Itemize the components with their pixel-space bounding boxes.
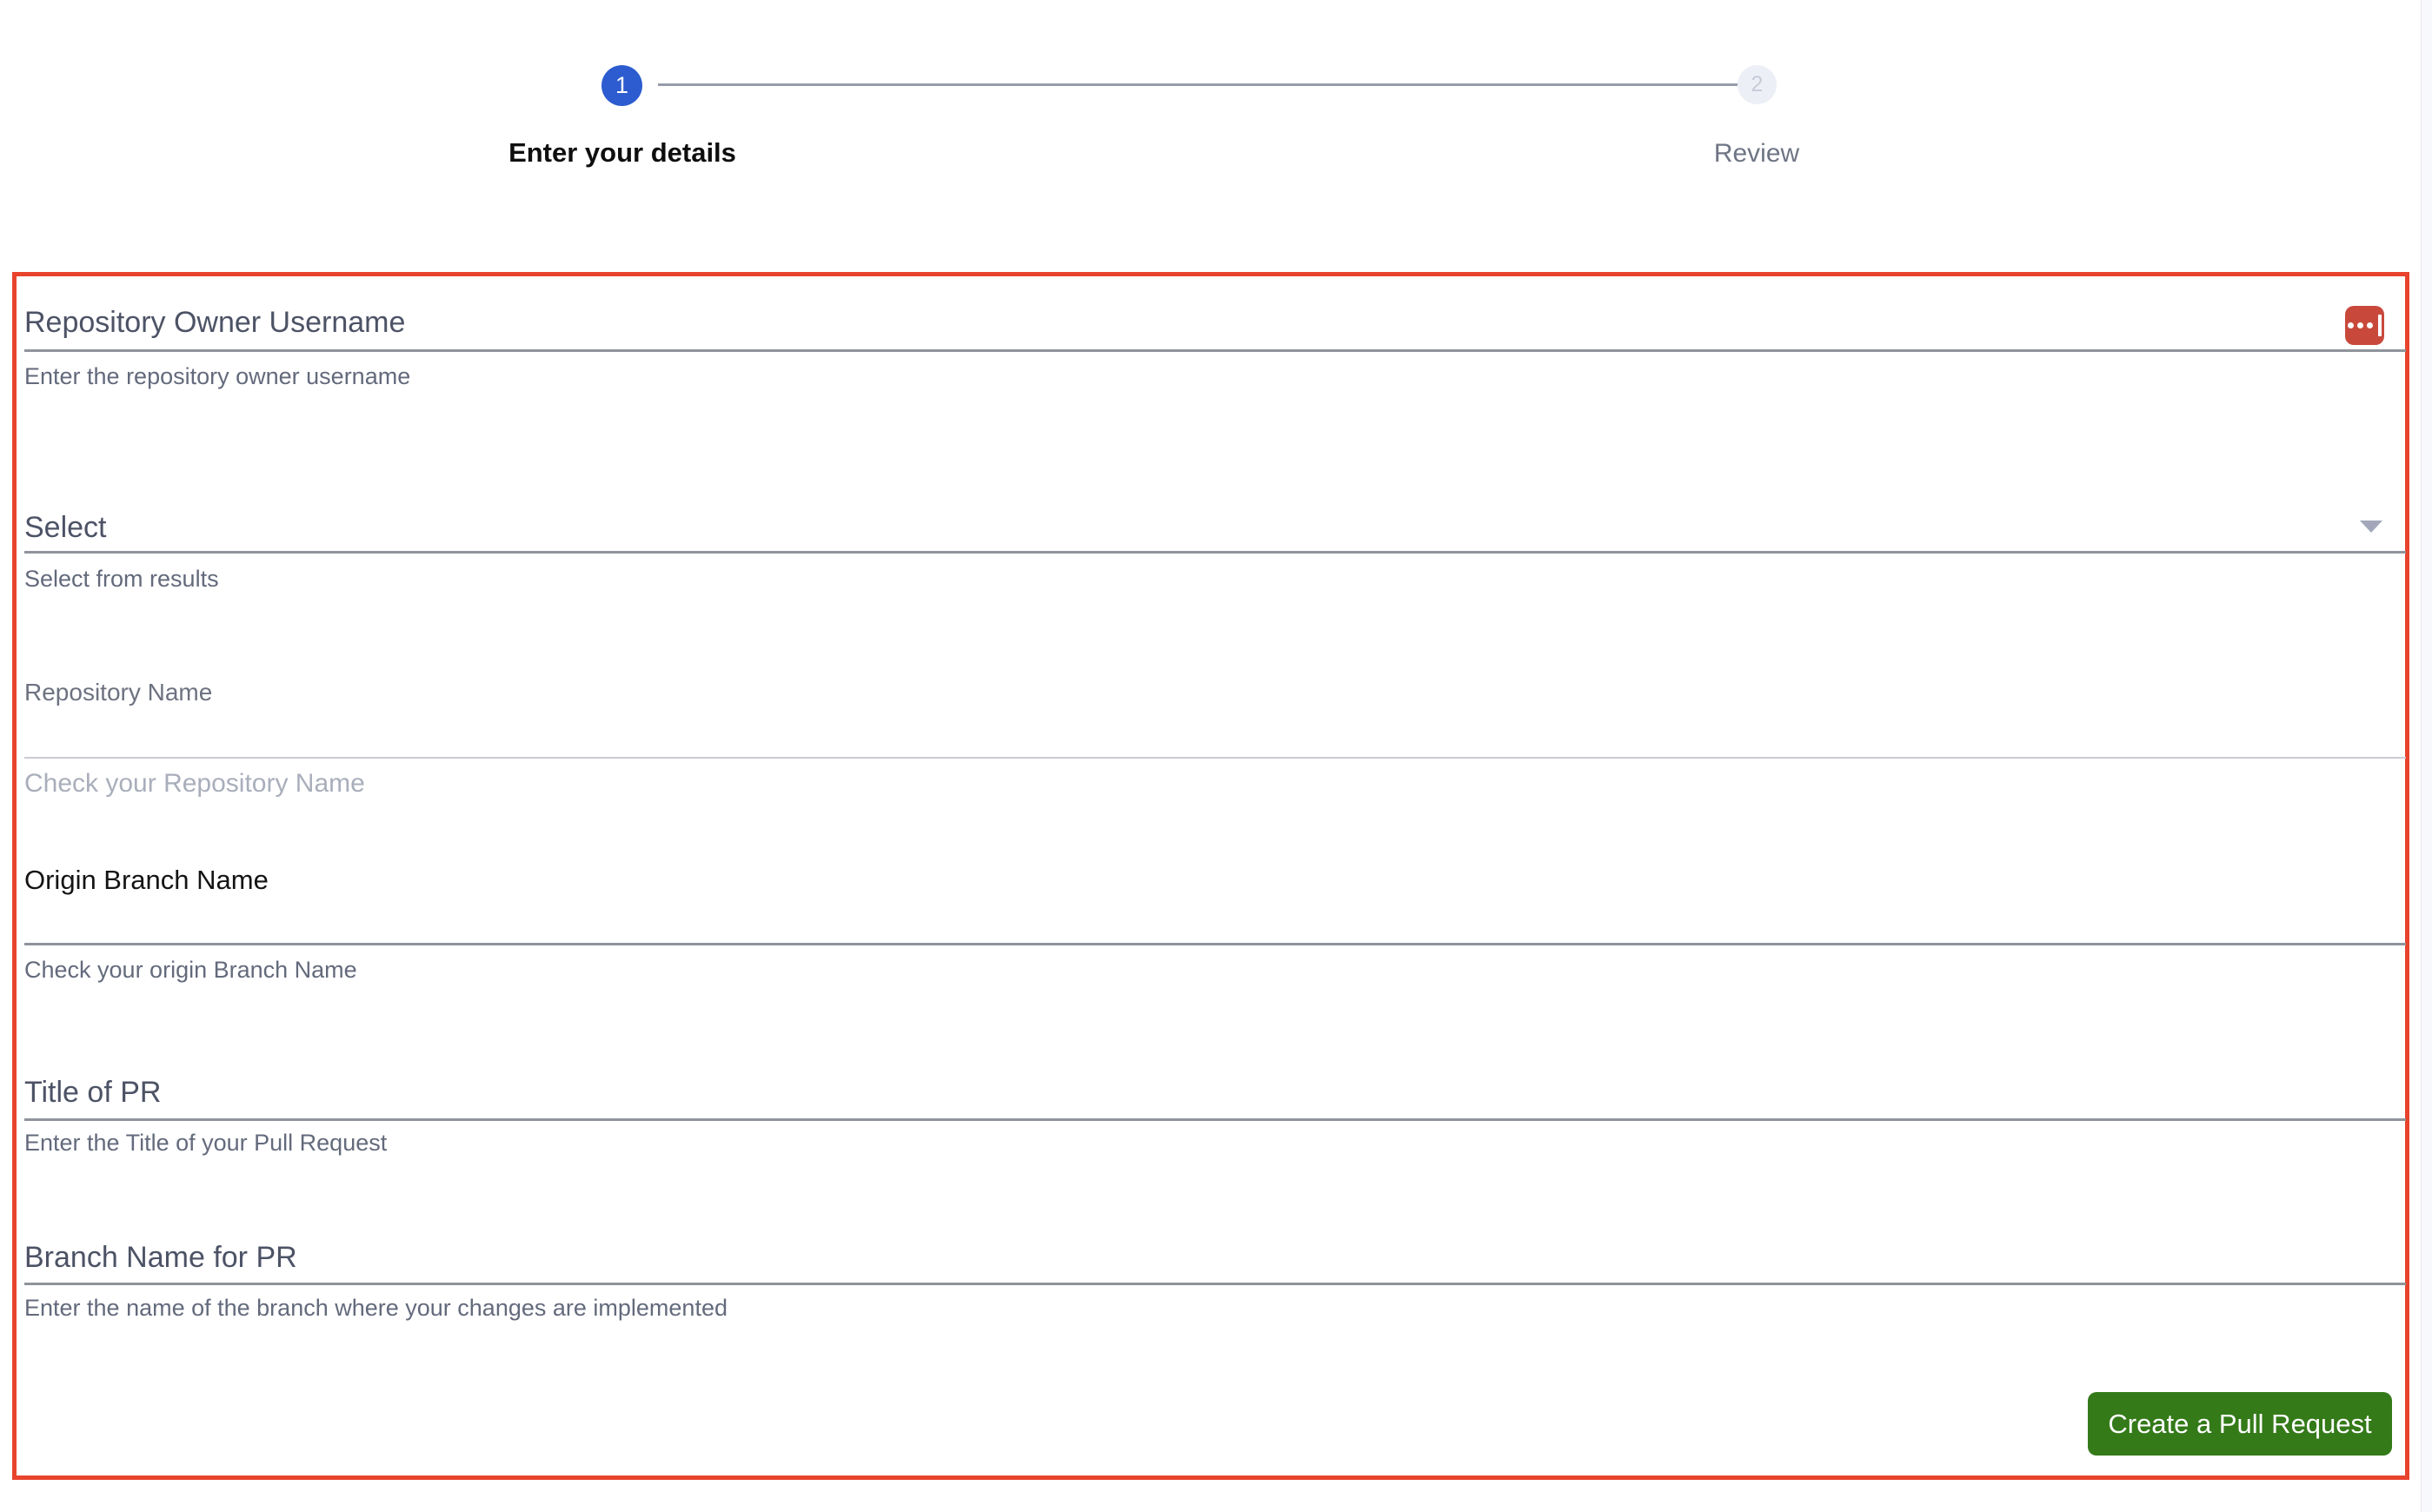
step-2-label: Review <box>1713 139 1800 168</box>
lastpass-dot <box>2367 322 2373 328</box>
repository-owner-underline <box>24 349 2406 352</box>
step-2-number: 2 <box>1751 72 1764 96</box>
step-1-number: 1 <box>615 72 629 98</box>
repository-name-helper: Check your Repository Name <box>24 769 365 798</box>
stepper-connector-line <box>658 83 1738 86</box>
repository-owner-helper: Enter the repository owner username <box>24 363 411 389</box>
step-1-indicator: 1 <box>601 65 642 106</box>
select-helper: Select from results <box>24 566 219 592</box>
step-1-label: Enter your details <box>508 137 736 168</box>
step-2-indicator: 2 <box>1738 65 1777 104</box>
lastpass-icon[interactable] <box>2345 306 2384 345</box>
page: 1 2 Enter your details Review Repository… <box>0 0 2432 1512</box>
origin-branch-underline <box>24 943 2406 945</box>
select-underline <box>24 551 2406 554</box>
repository-owner-label: Repository Owner Username <box>24 306 406 339</box>
create-pull-request-button[interactable]: Create a Pull Request <box>2088 1392 2392 1456</box>
select-label: Select <box>24 511 107 544</box>
origin-branch-helper: Check your origin Branch Name <box>24 957 357 983</box>
origin-branch-label: Origin Branch Name <box>24 865 269 895</box>
repository-name-label: Repository Name <box>24 679 213 706</box>
pr-title-label: Title of PR <box>24 1076 162 1109</box>
pr-branch-helper: Enter the name of the branch where your … <box>24 1295 728 1321</box>
pr-branch-underline <box>24 1283 2406 1285</box>
pr-title-underline <box>24 1118 2406 1121</box>
pr-branch-label: Branch Name for PR <box>24 1241 297 1274</box>
scrollbar-track[interactable] <box>2421 0 2432 1512</box>
chevron-down-icon[interactable] <box>2360 521 2382 533</box>
repository-name-underline <box>24 757 2406 759</box>
lastpass-bar <box>2378 315 2382 336</box>
form-highlight-panel: Repository Owner Username Enter the repo… <box>12 272 2409 1480</box>
lastpass-dot <box>2357 322 2363 328</box>
pr-title-helper: Enter the Title of your Pull Request <box>24 1130 388 1156</box>
lastpass-dot <box>2348 322 2354 328</box>
